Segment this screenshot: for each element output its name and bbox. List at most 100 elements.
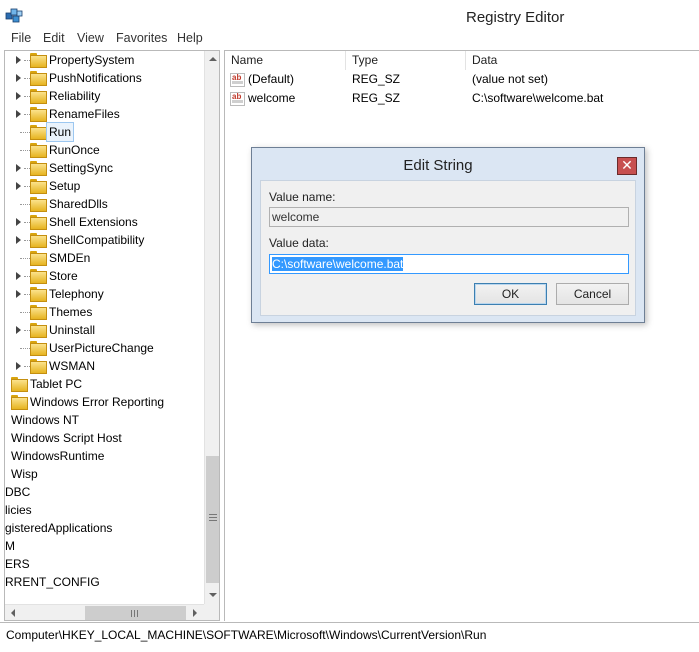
- expand-arrow-icon[interactable]: [16, 362, 21, 370]
- menu-file[interactable]: File: [11, 31, 31, 45]
- tree-item-label: PushNotifications: [49, 71, 142, 85]
- value-name: welcome: [248, 91, 296, 105]
- grip-line: [134, 610, 135, 617]
- value-row[interactable]: ab welcome REG_SZ C:\software\welcome.ba…: [225, 89, 699, 108]
- grip-line: [209, 514, 217, 515]
- value-data-label: Value data:: [269, 236, 329, 250]
- tree-item-label: UserPictureChange: [49, 341, 154, 355]
- folder-icon: [30, 305, 47, 320]
- tree-item-label: RRENT_CONFIG: [5, 575, 100, 589]
- expand-arrow-icon[interactable]: [16, 290, 21, 298]
- string-value-icon: ab: [230, 92, 245, 106]
- tree-item-label: licies: [5, 503, 32, 517]
- horizontal-scroll-thumb[interactable]: [85, 606, 186, 620]
- menu-bar: File Edit View Favorites Help: [0, 29, 699, 49]
- folder-icon: [30, 53, 47, 68]
- tree-connector: [20, 204, 30, 205]
- tree-item-label: Tablet PC: [30, 377, 83, 391]
- value-data: C:\software\welcome.bat: [472, 91, 604, 105]
- column-header-data[interactable]: Data: [466, 51, 699, 70]
- tree-item-label: Store: [49, 269, 78, 283]
- key-tree[interactable]: RRENT_CONFIG ERS MgisteredApplications lici…: [4, 50, 220, 621]
- scroll-up-button[interactable]: [205, 51, 219, 68]
- value-data: (value not set): [472, 72, 549, 86]
- grip-line: [131, 610, 132, 617]
- value-data-field[interactable]: C:\software\welcome.bat: [269, 254, 629, 274]
- grip-line: [209, 517, 217, 518]
- expand-arrow-icon[interactable]: [16, 182, 21, 190]
- tree-item-label: Windows NT: [11, 413, 80, 427]
- expand-arrow-icon[interactable]: [16, 236, 21, 244]
- tree-item-label: PropertySystem: [49, 53, 135, 67]
- scroll-thumb[interactable]: [206, 456, 219, 583]
- cancel-button[interactable]: Cancel: [556, 283, 629, 305]
- folder-icon: [30, 197, 47, 212]
- tree-item-label: WSMAN: [49, 359, 95, 373]
- ok-button[interactable]: OK: [474, 283, 547, 305]
- tree-item-label: M: [5, 539, 15, 553]
- expand-arrow-icon[interactable]: [16, 74, 21, 82]
- tree-connector: [20, 150, 30, 151]
- tree-item-label: SMDEn: [49, 251, 91, 265]
- folder-icon: [30, 233, 47, 248]
- arrow-right-icon: [193, 609, 197, 617]
- tree-item-label: Run: [45, 122, 75, 142]
- tree-item-label: Shell Extensions: [49, 215, 138, 229]
- status-bar: Computer\HKEY_LOCAL_MACHINE\SOFTWARE\Mic…: [0, 622, 699, 652]
- tree-horizontal-scrollbar[interactable]: [5, 604, 204, 620]
- column-header-type[interactable]: Type: [346, 51, 466, 70]
- expand-arrow-icon[interactable]: [16, 110, 21, 118]
- dialog-title: Edit String: [403, 157, 473, 174]
- menu-help[interactable]: Help: [177, 31, 203, 45]
- tree-item-label: Reliability: [49, 89, 101, 103]
- menu-edit[interactable]: Edit: [43, 31, 65, 45]
- scrollbar-corner: [204, 604, 219, 620]
- folder-icon: [30, 359, 47, 374]
- value-type: REG_SZ: [352, 91, 401, 105]
- expand-arrow-icon[interactable]: [16, 164, 21, 172]
- tree-item-label: RenameFiles: [49, 107, 120, 121]
- expand-arrow-icon[interactable]: [16, 92, 21, 100]
- value-name: (Default): [248, 72, 295, 86]
- grip-line: [209, 520, 217, 521]
- expand-arrow-icon[interactable]: [16, 56, 21, 64]
- expand-arrow-icon[interactable]: [16, 272, 21, 280]
- folder-icon: [30, 251, 47, 266]
- value-type: REG_SZ: [352, 72, 401, 86]
- tree-connector: [20, 258, 30, 259]
- menu-view[interactable]: View: [77, 31, 104, 45]
- tree-item-label: RunOnce: [49, 143, 100, 157]
- tree-item-label: Uninstall: [49, 323, 96, 337]
- tree-item-label: Telephony: [49, 287, 104, 301]
- scroll-right-button[interactable]: [187, 605, 203, 620]
- folder-icon: [30, 125, 47, 140]
- folder-icon: [30, 323, 47, 338]
- scroll-left-button[interactable]: [5, 605, 21, 620]
- folder-icon: [30, 161, 47, 176]
- tree-item-label: ShellCompatibility: [49, 233, 145, 247]
- tree-item-label: Themes: [49, 305, 93, 319]
- tree-item-label: Windows Error Reporting: [30, 395, 165, 409]
- scroll-down-button[interactable]: [205, 587, 219, 604]
- expand-arrow-icon[interactable]: [16, 326, 21, 334]
- value-name-label: Value name:: [269, 190, 336, 204]
- close-icon[interactable]: ✕: [617, 157, 637, 175]
- arrow-left-icon: [11, 609, 15, 617]
- key-path: Computer\HKEY_LOCAL_MACHINE\SOFTWARE\Mic…: [6, 628, 487, 642]
- values-list[interactable]: Name Type Data ab (Default) REG_SZ (valu…: [224, 50, 699, 621]
- folder-icon: [30, 341, 47, 356]
- tree-vertical-scrollbar[interactable]: [204, 51, 219, 604]
- tree-item-label: DBC: [5, 485, 31, 499]
- expand-arrow-icon[interactable]: [16, 218, 21, 226]
- menu-favorites[interactable]: Favorites: [116, 31, 167, 45]
- folder-icon: [11, 395, 28, 410]
- folder-icon: [30, 179, 47, 194]
- folder-icon: [30, 215, 47, 230]
- tree-connector: [20, 132, 30, 133]
- arrow-down-icon: [209, 593, 217, 597]
- folder-icon: [30, 143, 47, 158]
- folder-icon: [30, 107, 47, 122]
- value-data-text: C:\software\welcome.bat: [272, 257, 404, 271]
- column-header-name[interactable]: Name: [225, 51, 346, 70]
- value-row[interactable]: ab (Default) REG_SZ (value not set): [225, 70, 699, 89]
